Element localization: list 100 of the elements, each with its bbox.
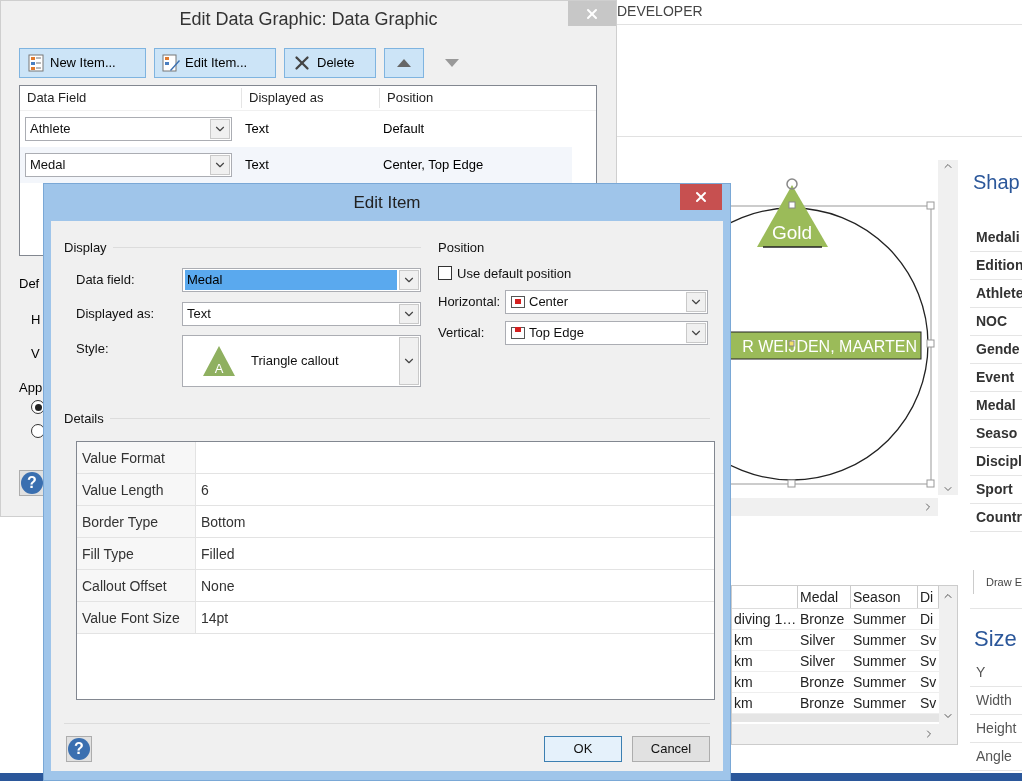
table-cell-text: Summer [852,631,907,650]
style-dropdown[interactable]: A Triangle callout [182,334,421,387]
vertical-label: V [30,345,40,363]
triangle-callout-icon: A [203,345,235,376]
table-cell-text: km [733,631,754,650]
shape-data-label: Edition [970,252,1022,280]
panel-title: Shap [973,170,1020,195]
table-cell-text: Summer [852,652,907,671]
checkbox[interactable] [438,266,452,281]
shape-data-label: NOC [970,308,1022,336]
dropdown-field[interactable]: Medal [182,267,421,292]
shape-data-label: Gende [970,336,1022,364]
table-cell-text: Text [244,120,270,139]
table-row[interactable]: Medal Text Center, Top Edge [20,147,572,183]
dropdown-field[interactable]: Text [182,301,421,326]
property-name: Value Font Size [77,602,196,633]
field-label: Data field: [76,270,136,289]
field-label: Horizontal: [438,293,502,312]
apply-label: App [19,379,44,397]
property-value: Bottom [200,513,247,532]
dropdown-field[interactable]: Center [505,290,708,314]
table-cell-text: Sv [919,652,938,671]
dropdown-button[interactable] [210,119,230,139]
table-cell-text: Text [244,156,270,175]
property-name: Value Format [77,442,196,473]
table-cell-text: Sv [919,673,938,692]
column-header: Data Field [20,88,242,108]
table-cell-text: Silver [799,631,836,650]
dropdown-button[interactable] [210,155,230,175]
table-cell-text: Center, Top Edge [382,156,485,175]
property-value: None [200,577,236,596]
list-icon [26,53,46,73]
shape-data-label: Event [970,364,1022,392]
table-cell-text: Summer [852,694,907,713]
vertical-scrollbar[interactable] [938,160,958,495]
shape-data-label: Medal [970,392,1022,420]
column-header: Medal [798,586,851,608]
ribbon-tab[interactable]: DEVELOPER [617,1,703,22]
dropdown-button[interactable] [686,323,706,343]
data-field-dropdown[interactable]: Athlete [25,117,232,141]
edit-item-button[interactable]: Edit Item... [154,48,276,78]
table-cell-text: Summer [852,610,907,629]
table-cell-text: km [733,652,754,671]
section-heading: Display [64,239,107,257]
window-title: Edit Item [353,191,421,214]
property-value: 6 [200,481,210,500]
shape-data-label: Sport [970,476,1022,504]
table-cell-text: Bronze [799,694,846,713]
table-cell-text: km [733,673,754,692]
table-cell-text: Bronze [799,610,846,629]
up-item-button[interactable] [384,48,424,78]
size-label: Height [970,715,1022,743]
dropdown-button[interactable] [399,303,419,324]
horizontal-scrollbar[interactable] [732,724,939,744]
position-icon [511,296,525,308]
property-value: Filled [200,545,236,564]
checkbox-label: Use default position [457,264,572,283]
window-title: Edit Data Graphic: Data Graphic [179,7,438,31]
delete-item-button[interactable]: Delete [284,48,376,78]
shape-data-label: Seaso [970,420,1022,448]
size-label: Y [970,659,1022,687]
table-cell-text: Default [382,120,426,139]
shape-data-label: Discipl [970,448,1022,476]
column-header: Season [851,586,918,608]
close-button[interactable] [680,184,722,210]
property-name: Border Type [77,506,196,537]
position-icon [511,327,525,339]
dropdown-button[interactable] [686,292,706,312]
table-cell-text: Bronze [799,673,846,692]
dialog-button[interactable]: Cancel [632,736,710,762]
field-label: Displayed as: [76,304,156,323]
section-heading: Position [438,239,486,257]
column-header: Position [386,89,435,108]
table-cell-text: Silver [799,652,836,671]
data-field-dropdown[interactable]: Medal [25,153,232,177]
shape-data-label: Countr [970,504,1022,532]
size-label: Angle [970,743,1022,771]
help-button[interactable]: ? [66,736,92,762]
down-triangle-icon [445,59,459,67]
section-heading: Details [64,409,104,428]
help-button[interactable]: ? [19,470,45,496]
vertical-scrollbar[interactable] [939,586,957,744]
property-name: Value Length [77,474,196,505]
dialog-button[interactable]: OK [544,736,622,762]
shape-data-label: Medali [970,224,1022,252]
defaults-label: Def [19,275,40,293]
property-name: Callout Offset [77,570,196,601]
table-cell-text: Di [919,610,935,629]
column-header: Displayed as [242,88,380,108]
dropdown-button[interactable] [399,269,419,290]
edit-list-icon [161,53,181,73]
new-item-button[interactable]: New Item... [19,48,146,78]
table-cell-text: Sv [919,694,938,713]
panel-title: Size [974,625,1018,653]
dropdown-field[interactable]: Top Edge [505,321,708,345]
table-cell-text: km [733,694,754,713]
style-name: Triangle callout [251,351,340,370]
draw-link[interactable]: Draw E [986,573,1022,591]
property-name: Fill Type [77,538,196,569]
horizontal-scrollbar[interactable] [730,498,938,516]
